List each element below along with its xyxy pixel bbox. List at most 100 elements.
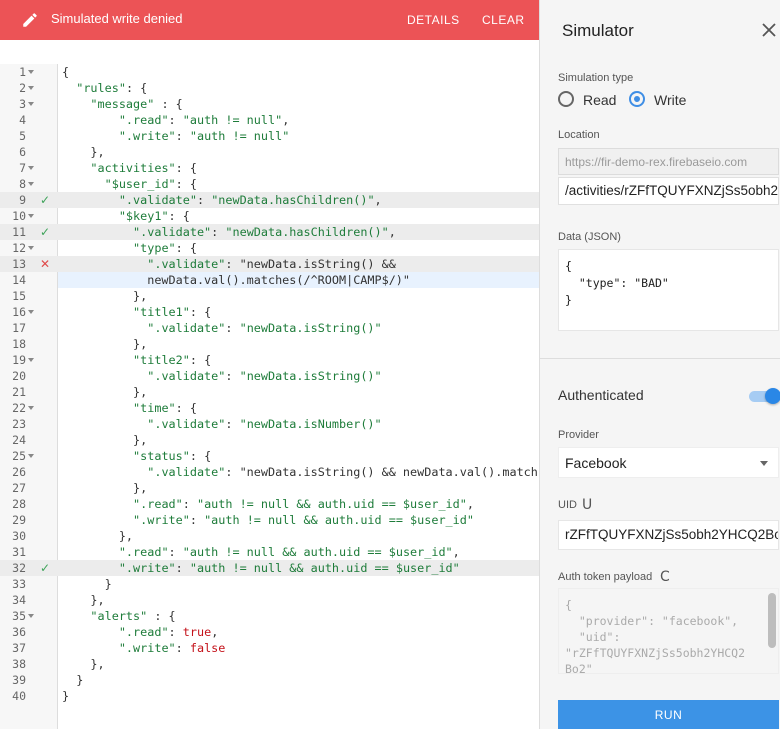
code-text: },	[62, 337, 148, 351]
line-number: 40	[12, 689, 26, 703]
code-text: "$user_id": {	[104, 177, 197, 191]
write-radio[interactable]	[629, 91, 645, 107]
code-line[interactable]: 38 },	[0, 656, 539, 672]
close-icon[interactable]	[762, 23, 776, 37]
code-line[interactable]: 34 },	[0, 592, 539, 608]
line-number: 27	[12, 481, 26, 495]
code-line[interactable]: 30 },	[0, 528, 539, 544]
read-radio[interactable]	[558, 91, 574, 107]
code-line[interactable]: 13 ✕ ".validate": "newData.isString() &&	[0, 256, 539, 272]
code-line[interactable]: 28 ".read": "auth != null && auth.uid ==…	[0, 496, 539, 512]
code-text: ".read": "auth != null && auth.uid == $u…	[133, 497, 474, 511]
line-number: 36	[12, 625, 26, 639]
code-line[interactable]: 16 "title1": {	[0, 304, 539, 320]
code-line[interactable]: 37 ".write": false	[0, 640, 539, 656]
clear-button[interactable]: CLEAR	[482, 13, 525, 27]
fold-arrow-icon[interactable]	[28, 358, 34, 362]
data-json-input[interactable]: { "type": "BAD" }	[558, 249, 779, 331]
code-text: ".validate": "newData.isString() && newD…	[147, 465, 538, 479]
provider-label: Provider	[558, 429, 599, 441]
location-path-input[interactable]: /activities/rZFfTQUYFXNZjSs5obh2YHCQ2Bo2…	[558, 177, 779, 205]
code-line[interactable]: 5 ".write": "auth != null"	[0, 128, 539, 144]
code-line[interactable]: 35 "alerts" : {	[0, 608, 539, 624]
code-line[interactable]: 33 }	[0, 576, 539, 592]
run-button[interactable]: RUN	[558, 700, 779, 729]
authenticated-toggle[interactable]	[749, 388, 780, 404]
fold-arrow-icon[interactable]	[28, 454, 34, 458]
code-editor[interactable]: 1{2 "rules": {3 "message" : {4 ".read": …	[0, 64, 539, 729]
banner-message: Simulated write denied	[51, 11, 183, 26]
code-line[interactable]: 36 ".read": true,	[0, 624, 539, 640]
code-line[interactable]: 1{	[0, 64, 539, 80]
code-line[interactable]: 4 ".read": "auth != null",	[0, 112, 539, 128]
check-icon: ✓	[40, 193, 51, 207]
code-line[interactable]: 2 "rules": {	[0, 80, 539, 96]
code-line[interactable]: 31 ".read": "auth != null && auth.uid ==…	[0, 544, 539, 560]
read-radio-label[interactable]: Read	[583, 92, 616, 108]
error-x-icon: ✕	[40, 257, 51, 271]
code-line[interactable]: 3 "message" : {	[0, 96, 539, 112]
code-line[interactable]: 11 ✓ ".validate": "newData.hasChildren()"…	[0, 224, 539, 240]
uid-input[interactable]: rZFfTQUYFXNZjSs5obh2YHCQ2Bo2	[558, 520, 779, 550]
chevron-down-icon	[760, 461, 768, 466]
code-line[interactable]: 23 ".validate": "newData.isNumber()"	[0, 416, 539, 432]
fold-arrow-icon[interactable]	[28, 86, 34, 90]
code-text: ".validate": "newData.isNumber()"	[147, 417, 382, 431]
code-text: ".validate": "newData.isString()"	[147, 369, 382, 383]
code-line[interactable]: 29 ".write": "auth != null && auth.uid =…	[0, 512, 539, 528]
code-line[interactable]: 18 },	[0, 336, 539, 352]
line-number: 37	[12, 641, 26, 655]
code-line[interactable]: 39 }	[0, 672, 539, 688]
fold-arrow-icon[interactable]	[28, 102, 34, 106]
code-line[interactable]: 10 "$key1": {	[0, 208, 539, 224]
provider-select[interactable]: Facebook	[558, 447, 779, 478]
code-line[interactable]: 15 },	[0, 288, 539, 304]
code-text: ".validate": "newData.isString() &&	[147, 257, 396, 271]
code-line[interactable]: 7 "activities": {	[0, 160, 539, 176]
code-text: }	[62, 689, 70, 703]
fold-arrow-icon[interactable]	[28, 246, 34, 250]
line-number: 38	[12, 657, 26, 671]
code-text: "title2": {	[133, 353, 212, 367]
fold-arrow-icon[interactable]	[28, 614, 34, 618]
fold-arrow-icon[interactable]	[28, 166, 34, 170]
code-text: ".read": "auth != null",	[118, 113, 290, 127]
code-text: "activities": {	[90, 161, 197, 175]
fold-arrow-icon[interactable]	[28, 70, 34, 74]
fold-arrow-icon[interactable]	[28, 182, 34, 186]
check-icon: ✓	[40, 225, 51, 239]
fold-arrow-icon[interactable]	[28, 214, 34, 218]
code-line[interactable]: 6 },	[0, 144, 539, 160]
code-line[interactable]: 12 "type": {	[0, 240, 539, 256]
line-number: 21	[12, 385, 26, 399]
line-number: 22	[12, 401, 26, 415]
code-line[interactable]: 14 newData.val().matches(/^ROOM|CAMP$/)"	[0, 272, 539, 288]
edit-icon	[23, 13, 37, 27]
token-scrollbar[interactable]	[768, 593, 776, 648]
code-text: }	[62, 673, 84, 687]
code-line[interactable]: 9 ✓ ".validate": "newData.hasChildren()",	[0, 192, 539, 208]
code-line[interactable]: 25 "status": {	[0, 448, 539, 464]
line-number: 13	[12, 257, 26, 271]
line-number: 28	[12, 497, 26, 511]
code-line[interactable]: 32 ✓ ".write": "auth != null && auth.uid …	[0, 560, 539, 576]
code-line[interactable]: 24 },	[0, 432, 539, 448]
code-line[interactable]: 17 ".validate": "newData.isString()"	[0, 320, 539, 336]
code-line[interactable]: 21 },	[0, 384, 539, 400]
code-line[interactable]: 19 "title2": {	[0, 352, 539, 368]
fold-arrow-icon[interactable]	[28, 310, 34, 314]
code-line[interactable]: 40}	[0, 688, 539, 704]
code-line[interactable]: 22 "time": {	[0, 400, 539, 416]
write-radio-label[interactable]: Write	[654, 92, 686, 108]
code-line[interactable]: 26 ".validate": "newData.isString() && n…	[0, 464, 539, 480]
code-text: "type": {	[133, 241, 197, 255]
line-number: 26	[12, 465, 26, 479]
refresh-icon[interactable]: C	[660, 569, 670, 585]
code-line[interactable]: 20 ".validate": "newData.isString()"	[0, 368, 539, 384]
line-number: 2	[19, 81, 26, 95]
code-text: "message" : {	[90, 97, 183, 111]
code-line[interactable]: 27 },	[0, 480, 539, 496]
fold-arrow-icon[interactable]	[28, 406, 34, 410]
code-line[interactable]: 8 "$user_id": {	[0, 176, 539, 192]
details-button[interactable]: DETAILS	[407, 13, 460, 27]
